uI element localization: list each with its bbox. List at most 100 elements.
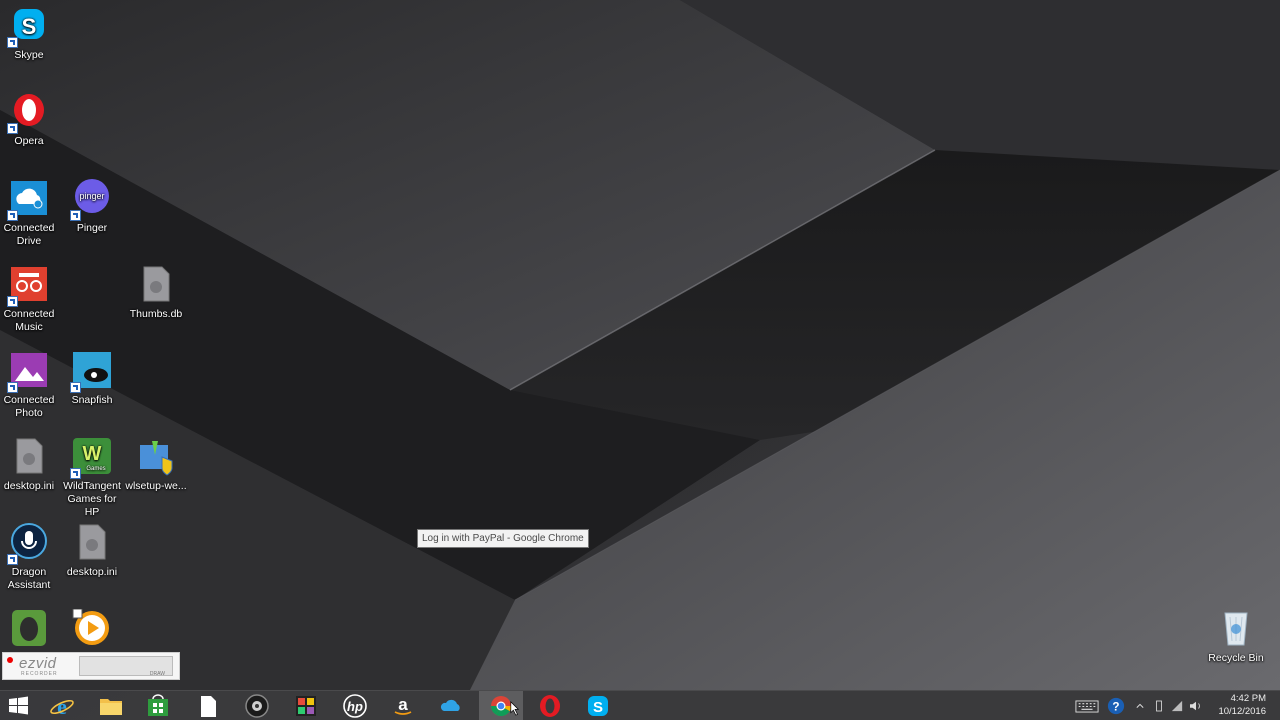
- start-button[interactable]: [0, 691, 40, 720]
- mouse-cursor-icon: [510, 701, 520, 716]
- taskbar-blank-document[interactable]: [186, 691, 230, 720]
- wildtangent-badge-text: Games: [86, 466, 105, 472]
- evernote-desktop-icon[interactable]: [0, 609, 61, 652]
- skype-desktop-icon[interactable]: S Skype: [0, 6, 61, 62]
- taskbar-hp[interactable]: hp: [333, 691, 377, 720]
- media-player-desktop-icon[interactable]: [60, 609, 124, 652]
- settings-file-icon: [16, 438, 43, 474]
- shortcut-arrow-icon: [7, 554, 18, 565]
- snapfish-desktop-icon[interactable]: Snapfish: [60, 351, 124, 407]
- opera-icon: [540, 695, 560, 717]
- taskbar-amazon[interactable]: a: [381, 691, 425, 720]
- play-button-icon: [72, 609, 109, 645]
- skype-icon: S: [588, 696, 608, 716]
- taskbar-store[interactable]: [136, 691, 180, 720]
- speaker-icon: [1190, 701, 1200, 711]
- shortcut-arrow-icon: [70, 210, 81, 221]
- device-icon: [1156, 700, 1162, 712]
- device-tray-button[interactable]: [1150, 691, 1168, 720]
- wlsetup-desktop-icon[interactable]: wlsetup-we...: [124, 437, 188, 493]
- taskbar-webcam[interactable]: [235, 691, 279, 720]
- recycle-bin-desktop-icon[interactable]: Recycle Bin: [1204, 609, 1268, 665]
- icon-label: desktop.ini: [3, 480, 55, 492]
- icon-label: Skype: [14, 49, 44, 61]
- chevron-up-icon: [1136, 703, 1144, 708]
- taskbar-connected-drive[interactable]: [430, 691, 474, 720]
- svg-text:W: W: [83, 443, 102, 465]
- show-hidden-icons-button[interactable]: [1132, 691, 1148, 720]
- photo-gallery-icon: [296, 696, 316, 716]
- taskbar-internet-explorer[interactable]: e: [40, 691, 84, 720]
- system-tray: ? 4:42 PM 10/12/2016: [1070, 691, 1280, 720]
- icon-label: Opera: [14, 135, 44, 147]
- settings-file-icon: [143, 266, 170, 302]
- icon-label: Connected Photo: [3, 394, 55, 419]
- settings-file-icon: [79, 524, 106, 560]
- shortcut-arrow-icon: [7, 296, 18, 307]
- help-icon: ?: [1107, 697, 1125, 715]
- clock-time: 4:42 PM: [1230, 693, 1266, 704]
- desktop-ini-2-desktop-icon[interactable]: desktop.ini: [60, 523, 124, 579]
- icon-label: Dragon Assistant: [7, 566, 51, 591]
- svg-text:S: S: [593, 699, 603, 716]
- internet-explorer-icon: e: [50, 694, 74, 719]
- start-icon: [9, 696, 28, 715]
- icon-label: Snapfish: [71, 394, 113, 406]
- signal-icon: [1171, 700, 1183, 712]
- svg-text:a: a: [398, 695, 408, 714]
- network-tray-button[interactable]: [1168, 691, 1186, 720]
- ezvid-logo: ezvid: [19, 655, 57, 672]
- taskbar-file-explorer[interactable]: [89, 691, 133, 720]
- webcam-icon: [245, 694, 269, 718]
- shortcut-arrow-icon: [7, 210, 18, 221]
- dragon-assistant-desktop-icon[interactable]: Dragon Assistant: [0, 523, 61, 592]
- ezvid-logo-sub: RECORDER: [21, 671, 58, 677]
- icon-label: Thumbs.db: [129, 308, 183, 320]
- desktop-ini-desktop-icon[interactable]: desktop.ini: [0, 437, 61, 493]
- hp-icon: hp: [343, 694, 367, 718]
- touch-keyboard-button[interactable]: [1074, 691, 1100, 720]
- connected-music-desktop-icon[interactable]: Connected Music: [0, 265, 61, 334]
- svg-text:hp: hp: [347, 699, 363, 714]
- icon-label: Pinger: [76, 222, 108, 234]
- desktop-wallpaper: [0, 0, 1280, 720]
- icon-label: WildTangent Games for HP: [63, 480, 121, 518]
- shortcut-arrow-icon: [7, 123, 18, 134]
- amazon-icon: a: [394, 695, 412, 715]
- icon-label: Connected Drive: [3, 222, 55, 247]
- svg-text:S: S: [22, 14, 37, 39]
- icon-label: Connected Music: [3, 308, 55, 333]
- taskbar-tooltip: Log in with PayPal - Google Chrome: [417, 529, 589, 548]
- connected-drive-desktop-icon[interactable]: Connected Drive: [0, 179, 61, 248]
- keyboard-icon: [1075, 700, 1099, 712]
- pinger-desktop-icon[interactable]: pinger Pinger: [60, 179, 124, 235]
- evernote-icon: [12, 610, 46, 646]
- record-indicator-icon: [7, 657, 13, 663]
- taskbar-photo-gallery[interactable]: [284, 691, 328, 720]
- wildtangent-desktop-icon[interactable]: W Games WildTangent Games for HP: [60, 437, 124, 519]
- icon-label: wlsetup-we...: [125, 480, 187, 492]
- store-icon: [148, 694, 168, 716]
- connected-photo-desktop-icon[interactable]: Connected Photo: [0, 351, 61, 420]
- taskbar-skype[interactable]: S: [576, 691, 620, 720]
- help-tray-button[interactable]: ?: [1104, 691, 1128, 720]
- ezvid-recorder-widget[interactable]: ezvid RECORDER DRAW: [2, 652, 180, 680]
- recycle-bin-icon: [1224, 612, 1248, 646]
- svg-text:e: e: [57, 694, 67, 719]
- shortcut-arrow-icon: [7, 37, 18, 48]
- thumbs-db-desktop-icon[interactable]: Thumbs.db: [124, 265, 188, 321]
- opera-desktop-icon[interactable]: Opera: [0, 92, 61, 148]
- icon-label: Recycle Bin: [1208, 652, 1264, 664]
- shortcut-arrow-icon: [70, 382, 81, 393]
- connected-drive-icon: [440, 699, 460, 711]
- shortcut-arrow-icon: [70, 468, 81, 479]
- svg-text:?: ?: [1112, 701, 1119, 714]
- volume-tray-button[interactable]: [1186, 691, 1206, 720]
- taskbar: e hp a S ? 4:42 PM 10/12/2016: [0, 690, 1280, 720]
- ezvid-draw-button[interactable]: DRAW: [150, 671, 165, 677]
- installer-icon: [140, 441, 173, 476]
- blank-document-icon: [201, 696, 216, 717]
- shortcut-arrow-icon: [7, 382, 18, 393]
- taskbar-opera[interactable]: [528, 691, 572, 720]
- icon-label: desktop.ini: [66, 566, 118, 578]
